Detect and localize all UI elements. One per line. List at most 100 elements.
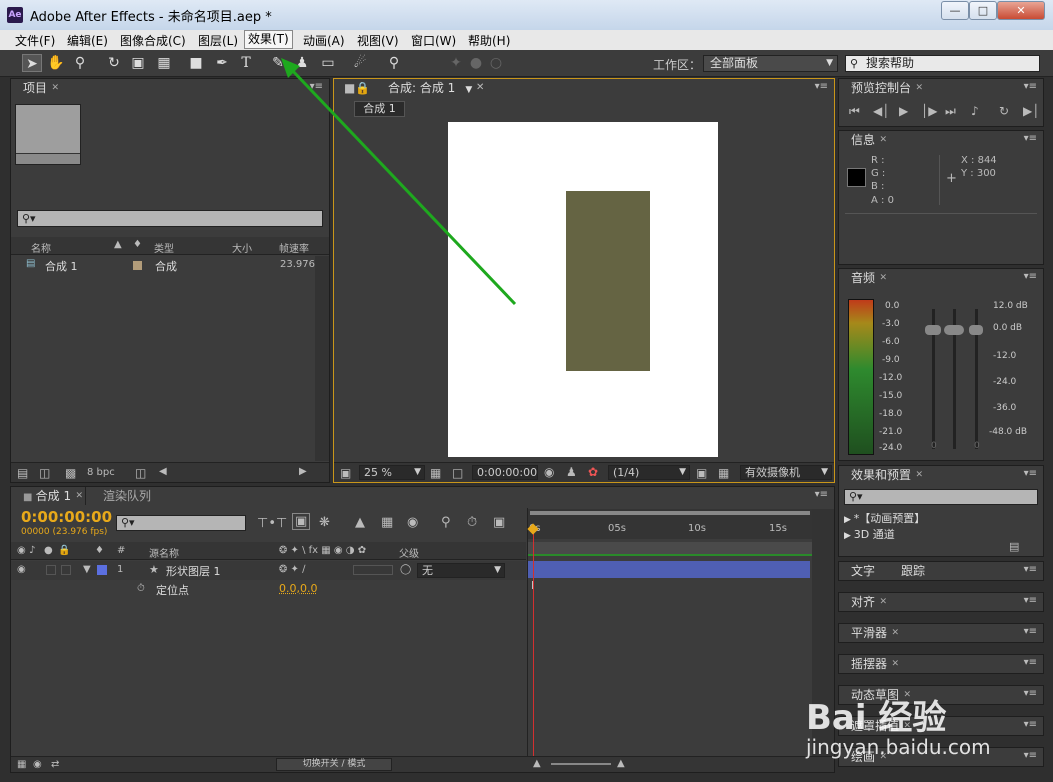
first-frame-icon[interactable]: ⏮ [849, 104, 860, 119]
maximize-button[interactable]: □ [969, 1, 997, 20]
project-scrollbar[interactable] [315, 256, 329, 461]
panel-menu-icon[interactable]: ▾≡ [1024, 81, 1037, 92]
new-folder-icon[interactable]: ▤ [1009, 540, 1019, 553]
tab-mask-interpolation[interactable]: 遮罩插值 ✕ [839, 717, 913, 735]
stopwatch-icon[interactable]: ⏱ [137, 583, 145, 594]
loop-icon[interactable]: ↻ [999, 104, 1009, 118]
tab-project[interactable]: 项目 ✕ [11, 79, 61, 97]
panel-menu-icon[interactable]: ▾≡ [1024, 750, 1037, 761]
audio-slider-handle[interactable] [944, 325, 964, 335]
close-icon[interactable]: ✕ [879, 748, 887, 766]
resolution-select[interactable]: (1/4) ▼ [608, 465, 690, 480]
comp-lock-icon[interactable]: ■🔒 [344, 81, 370, 95]
previous-frame-icon[interactable]: ◀│ [873, 104, 889, 118]
menu-composition[interactable]: 图像合成(C) [117, 32, 189, 49]
scroll-left-icon[interactable]: ◀ [159, 466, 167, 477]
close-icon[interactable]: ✕ [76, 487, 84, 505]
menu-help[interactable]: 帮助(H) [465, 32, 513, 49]
menu-animation[interactable]: 动画(A) [300, 32, 348, 49]
play-icon[interactable]: ▶ [899, 104, 908, 118]
property-value[interactable]: 0.0,0.0 [279, 582, 317, 595]
region-of-interest-icon[interactable]: ▣ [696, 466, 707, 480]
in-out-toggle-icon[interactable]: ⇄ [51, 759, 59, 770]
timeline-search-input[interactable]: ⚲▾ [116, 515, 246, 531]
ram-preview-icon[interactable]: ▶│ [1023, 104, 1039, 118]
trash-icon[interactable]: ◫ [135, 466, 146, 480]
panel-menu-icon[interactable]: ▾≡ [1024, 626, 1037, 637]
pen-tool-icon[interactable]: ✒ [212, 54, 232, 72]
column-name[interactable]: 名称 [31, 240, 51, 255]
layer-duration-bar[interactable] [528, 561, 810, 578]
new-composition-icon[interactable]: ▩ [65, 466, 76, 480]
expand-arrow-icon[interactable]: ▼ [83, 564, 91, 575]
last-frame-icon[interactable]: ⏭ [945, 104, 956, 119]
menu-effect[interactable]: 效果(T) [244, 30, 293, 49]
panel-menu-icon[interactable]: ▾≡ [1024, 133, 1037, 144]
project-item-row[interactable]: ▤ 合成 1 合成 23.976 [11, 256, 317, 274]
tab-motion-sketch[interactable]: 动态草图 ✕ [839, 686, 913, 704]
layer-switches-icon[interactable]: ❂ ✦ ∕ [279, 564, 305, 575]
layer-name[interactable]: 形状图层 1 [166, 563, 221, 579]
tab-audio[interactable]: 音频 ✕ [839, 269, 889, 287]
zoom-tool-icon[interactable]: ⚲ [70, 54, 90, 72]
lock-checkbox[interactable] [61, 565, 71, 575]
axis-mode-icon[interactable]: ✦ [446, 54, 466, 72]
pan-behind-tool-icon[interactable]: ▦ [154, 54, 174, 72]
layer-mode-switches[interactable] [353, 565, 393, 575]
column-source-name[interactable]: 源名称 [149, 545, 179, 560]
world-axis-icon[interactable]: ● [466, 54, 486, 72]
workspace-select[interactable]: 全部面板 ▼ [703, 55, 838, 72]
zoom-in-icon[interactable]: ▲ [617, 758, 625, 769]
panel-menu-icon[interactable]: ▾≡ [1024, 595, 1037, 606]
tab-smoother[interactable]: 平滑器 ✕ [839, 624, 901, 642]
current-time-indicator[interactable] [533, 527, 534, 759]
close-icon[interactable]: ✕ [903, 717, 911, 735]
tab-timeline-comp[interactable]: ■ 合成 1 ✕ [11, 487, 87, 505]
tab-info[interactable]: 信息 ✕ [839, 131, 889, 149]
selection-tool-icon[interactable]: ➤ [22, 54, 42, 72]
view-axis-icon[interactable]: ○ [486, 54, 506, 72]
rotate-tool-icon[interactable]: ↻ [104, 54, 124, 72]
close-icon[interactable]: ✕ [891, 624, 899, 642]
camera-tool-icon[interactable]: ▣ [128, 54, 148, 72]
close-icon[interactable]: ✕ [51, 79, 59, 97]
motion-blur-icon[interactable]: ◉ [407, 515, 418, 530]
transparency-grid-icon[interactable]: ▦ [718, 466, 729, 480]
brainstorm-icon[interactable]: ⚲ [441, 515, 451, 530]
roto-brush-tool-icon[interactable]: ☄ [350, 54, 370, 72]
help-search-input[interactable]: ⚲ 搜索帮助 [845, 55, 1040, 72]
effects-item[interactable]: ▶ 3D 通道 [844, 526, 895, 542]
panel-menu-icon[interactable]: ▾≡ [815, 81, 828, 92]
auto-keyframe-icon[interactable]: ⏱ [467, 515, 477, 530]
close-icon[interactable]: ✕ [891, 655, 899, 673]
layer-row[interactable]: ◉ ▼ 1 ★ 形状图层 1 ❂ ✦ ∕ ◯ 无 ▼ [11, 561, 526, 580]
mask-view-icon[interactable]: □ [452, 466, 463, 480]
property-row[interactable]: ⏱ 定位点 0.0,0.0 [11, 580, 526, 599]
timeline-scrollbar[interactable] [812, 509, 834, 759]
work-area-bar[interactable] [530, 511, 810, 515]
close-icon[interactable]: ✕ [476, 82, 484, 93]
tab-tracker[interactable]: 跟踪 [889, 562, 939, 580]
layer-switches-toggle-icon[interactable]: ▦ [17, 759, 26, 770]
current-time-display[interactable]: 0:00:00:00 [21, 508, 112, 526]
close-icon[interactable]: ✕ [915, 79, 923, 97]
effects-search-input[interactable]: ⚲▾ [844, 489, 1038, 505]
menu-layer[interactable]: 图层(L) [195, 32, 241, 49]
shape-layer-rectangle[interactable] [566, 191, 650, 371]
eraser-tool-icon[interactable]: ▭ [318, 54, 338, 72]
menu-view[interactable]: 视图(V) [354, 32, 402, 49]
toggle-switches-modes-button[interactable]: 切换开关 / 模式 [276, 758, 392, 771]
panel-menu-icon[interactable]: ▾≡ [1024, 468, 1037, 479]
timeline-zoom-slider[interactable] [551, 763, 611, 765]
minimize-button[interactable]: — [941, 1, 969, 20]
zoom-out-icon[interactable]: ▲ [533, 758, 541, 769]
next-frame-icon[interactable]: │▶ [921, 104, 937, 118]
live-update-icon[interactable]: ▣ [292, 513, 311, 530]
snapshot-icon[interactable]: ◉ [544, 465, 554, 479]
modes-toggle-icon[interactable]: ◉ [33, 759, 42, 770]
scroll-right-icon[interactable]: ▶ [299, 466, 307, 477]
audio-slider-handle[interactable] [925, 325, 941, 335]
column-parent[interactable]: 父级 [399, 545, 419, 560]
tab-wiggler[interactable]: 摇摆器 ✕ [839, 655, 901, 673]
text-tool-icon[interactable]: T [236, 54, 256, 72]
